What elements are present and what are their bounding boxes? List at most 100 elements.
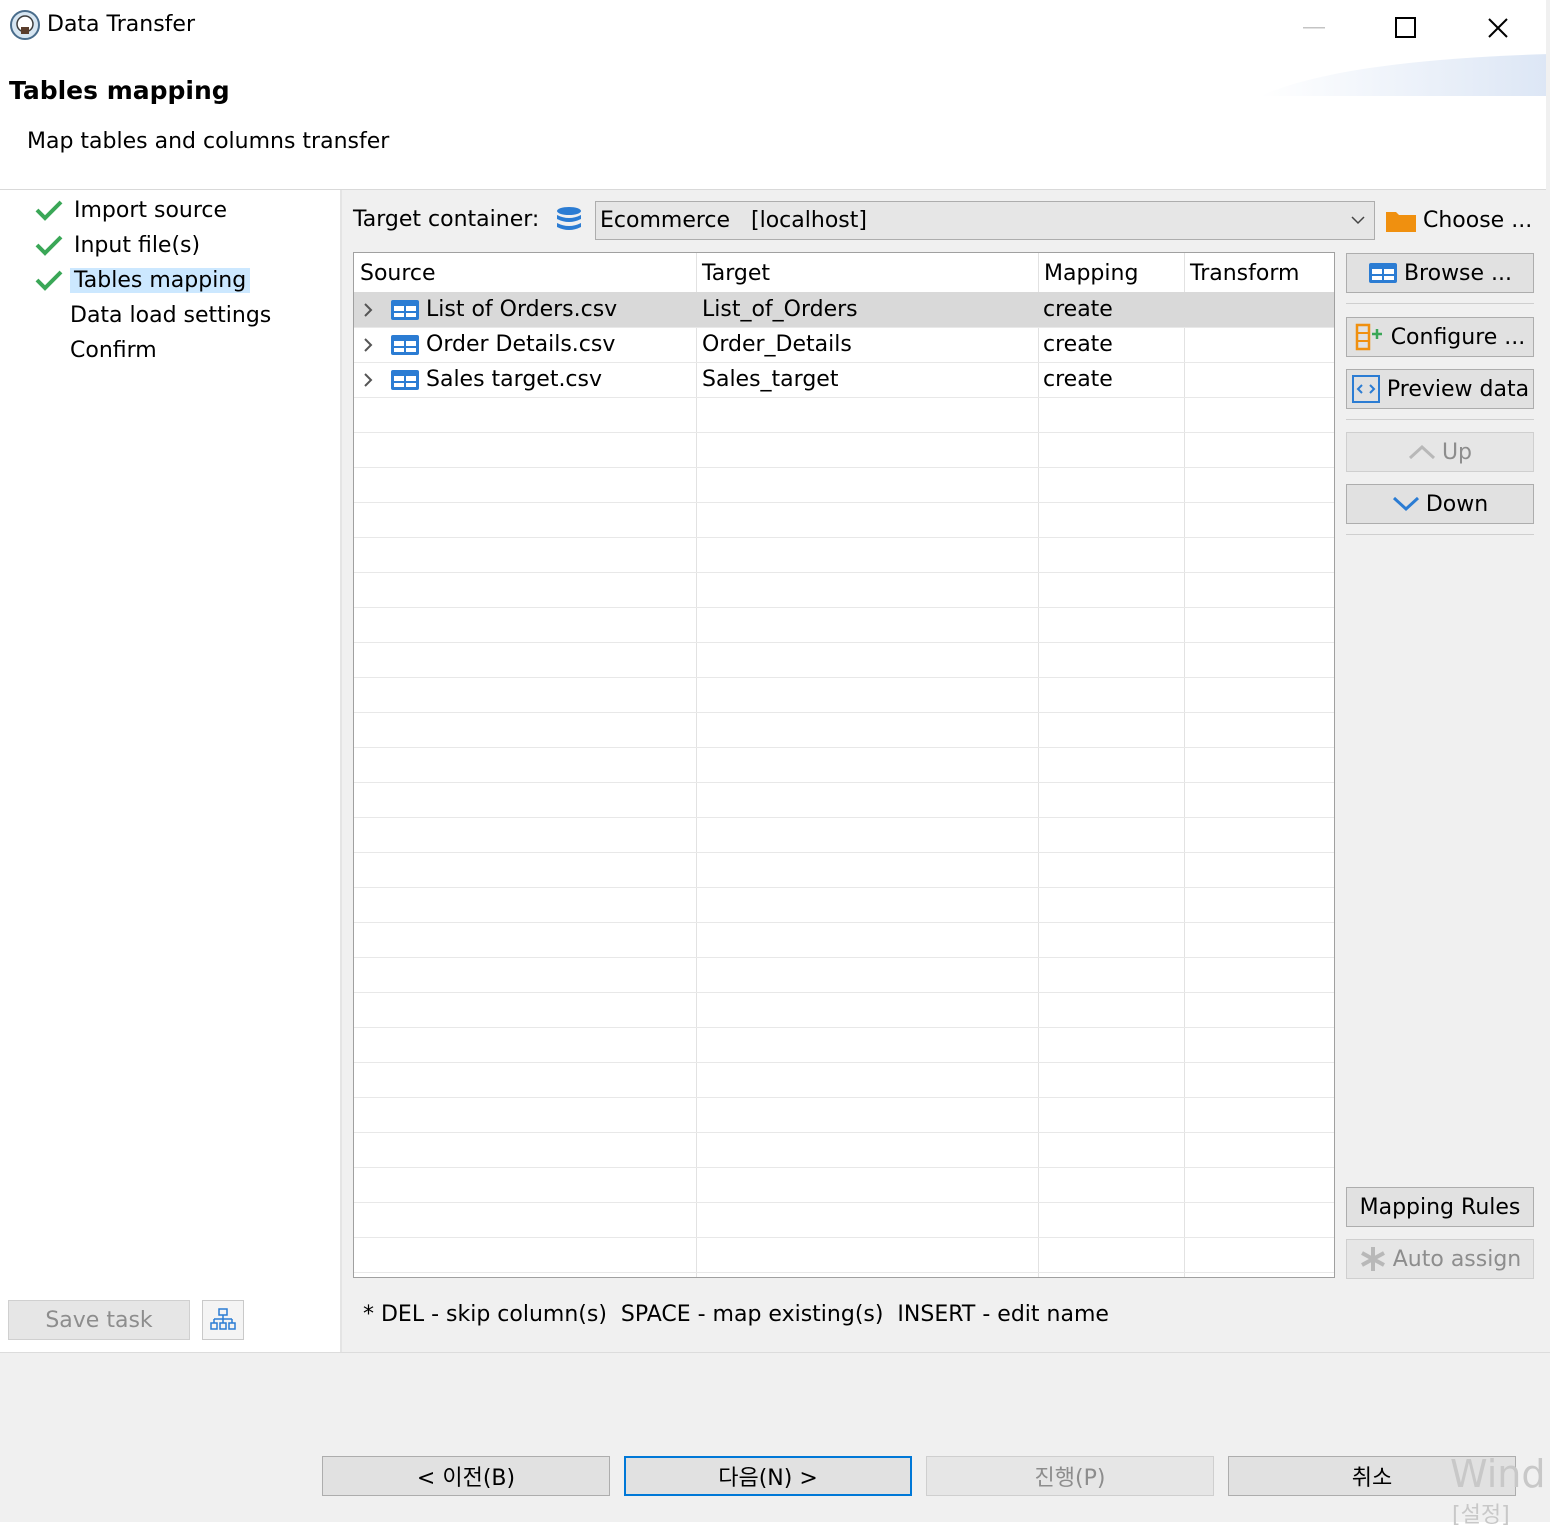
column-header-transform[interactable]: Transform (1184, 253, 1334, 293)
row-divider (354, 1202, 1334, 1203)
row-divider (354, 572, 1334, 573)
row-divider (354, 432, 1334, 433)
row-divider (354, 677, 1334, 678)
chevron-down-icon (1392, 496, 1419, 512)
mapping-rules-label: Mapping Rules (1359, 1194, 1521, 1220)
row-divider (354, 1237, 1334, 1238)
tables-mapping-grid[interactable]: Source Target Mapping Transform List of … (353, 252, 1335, 1278)
row-divider (354, 502, 1334, 503)
preview-label: Preview data (1386, 376, 1530, 402)
move-up-button[interactable]: Up (1346, 432, 1534, 472)
minimize-icon (1303, 27, 1325, 29)
nav-item-import-source[interactable]: Import source (34, 193, 231, 227)
target-cell[interactable]: Sales_target (702, 362, 838, 397)
row-divider (354, 642, 1334, 643)
activation-watermark-sub: [설정] (1452, 1503, 1510, 1528)
checkmark-icon (35, 200, 63, 221)
page-subtitle: Map tables and columns transfer (27, 129, 390, 154)
row-divider (354, 467, 1334, 468)
nav-item-tables-mapping[interactable]: Tables mapping (34, 263, 251, 297)
auto-assign-label: Auto assign (1392, 1246, 1522, 1272)
side-separator (1346, 303, 1534, 304)
row-divider (354, 992, 1334, 993)
nav-item-confirm[interactable]: Confirm (66, 333, 161, 367)
maximize-icon (1395, 17, 1416, 38)
header-banner-graphic (1260, 50, 1550, 96)
table-row[interactable]: List of Orders.csv List_of_Orders create (354, 292, 1334, 327)
target-container-select[interactable]: Ecommerce [localhost] (595, 201, 1375, 240)
back-button[interactable]: < 이전(B) (322, 1456, 610, 1496)
mapping-rules-button[interactable]: Mapping Rules (1346, 1187, 1534, 1227)
nav-item-data-load-settings[interactable]: Data load settings (66, 298, 275, 332)
mapping-cell[interactable]: create (1043, 362, 1113, 397)
maximize-button[interactable] (1360, 0, 1452, 56)
column-header-source[interactable]: Source (354, 253, 696, 293)
mapping-cell[interactable]: create (1043, 327, 1113, 362)
nav-item-label: Tables mapping (70, 267, 251, 293)
wizard-steps-nav: Import source Input file(s) Tables mappi… (0, 190, 340, 1352)
keyboard-hint: * DEL - skip column(s) SPACE - map exist… (363, 1302, 1109, 1327)
auto-assign-button[interactable]: Auto assign (1346, 1239, 1534, 1279)
row-divider (354, 817, 1334, 818)
nav-item-label: Import source (74, 197, 228, 223)
column-divider (1184, 253, 1185, 1277)
table-header: Source Target Mapping Transform (354, 253, 1334, 293)
configure-label: Configure ... (1390, 324, 1526, 350)
asterisk-icon (1360, 1247, 1385, 1271)
column-header-mapping[interactable]: Mapping (1038, 253, 1184, 293)
source-cell: Order Details.csv (426, 332, 616, 357)
browse-button[interactable]: Browse ... (1346, 253, 1534, 293)
window-edge (1546, 0, 1550, 1352)
expand-chevron-icon[interactable] (360, 292, 376, 327)
configure-button[interactable]: Configure ... (1346, 317, 1534, 357)
browse-label: Browse ... (1403, 260, 1513, 286)
next-button[interactable]: 다음(N) > (624, 1456, 912, 1496)
row-divider (354, 887, 1334, 888)
row-divider (354, 922, 1334, 923)
table-icon (390, 362, 420, 397)
nav-item-input-files[interactable]: Input file(s) (34, 228, 204, 262)
proceed-button[interactable]: 진행(P) (926, 1456, 1214, 1496)
save-task-button[interactable]: Save task (8, 1300, 190, 1340)
column-divider (1038, 253, 1039, 1277)
target-cell[interactable]: Order_Details (702, 327, 852, 362)
mapping-cell[interactable]: create (1043, 292, 1113, 327)
minimize-button[interactable] (1268, 0, 1360, 56)
close-icon (1488, 18, 1508, 38)
table-row[interactable]: Sales target.csv Sales_target create (354, 362, 1334, 397)
wizard-footer (0, 1352, 1550, 1522)
move-down-button[interactable]: Down (1346, 484, 1534, 524)
window-title: Data Transfer (47, 12, 195, 37)
row-divider (354, 607, 1334, 608)
close-button[interactable] (1452, 0, 1544, 56)
row-divider (354, 1027, 1334, 1028)
checkmark-icon (35, 270, 63, 291)
row-divider (354, 712, 1334, 713)
side-separator (1346, 534, 1534, 535)
target-container-value: Ecommerce [localhost] (600, 208, 867, 233)
choose-container-button[interactable]: Choose ... (1385, 201, 1535, 240)
choose-label: Choose ... (1423, 208, 1533, 233)
nav-item-label: Confirm (70, 337, 157, 363)
expand-chevron-icon[interactable] (360, 362, 376, 397)
task-hierarchy-icon (210, 1308, 236, 1330)
nav-item-label: Input file(s) (74, 232, 201, 258)
down-label: Down (1425, 491, 1489, 517)
row-divider (354, 852, 1334, 853)
row-divider (354, 957, 1334, 958)
target-container-label: Target container: (353, 207, 540, 232)
expand-chevron-icon[interactable] (360, 327, 376, 362)
row-divider (354, 397, 1334, 398)
add-column-icon (1355, 323, 1382, 351)
dbeaver-app-icon (10, 10, 40, 40)
row-divider (354, 1062, 1334, 1063)
table-icon (1368, 263, 1397, 283)
preview-data-button[interactable]: Preview data (1346, 369, 1534, 409)
row-divider (354, 1132, 1334, 1133)
column-header-target[interactable]: Target (696, 253, 1038, 293)
table-row[interactable]: Order Details.csv Order_Details create (354, 327, 1334, 362)
database-icon (555, 206, 583, 236)
target-cell[interactable]: List_of_Orders (702, 292, 858, 327)
task-config-button[interactable] (202, 1300, 244, 1340)
row-divider (354, 537, 1334, 538)
